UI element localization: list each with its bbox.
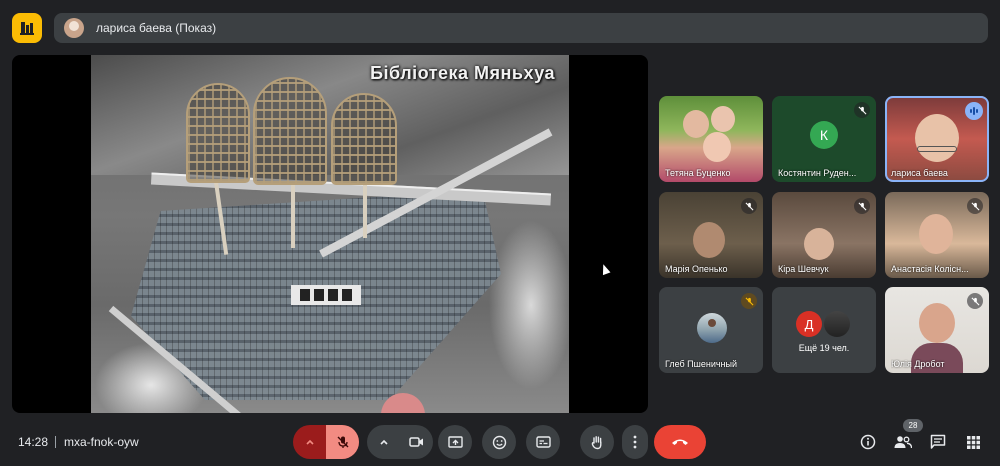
participant-tile[interactable]: Глеб Пшеничный — [659, 287, 763, 373]
slide-image: Бібліотека Мяньхуа — [91, 55, 569, 413]
mic-off-icon — [741, 293, 757, 309]
participant-name: Костянтин Руден... — [778, 168, 857, 178]
participant-name: Юлія Дробот — [891, 359, 945, 369]
raise-hand-icon — [591, 435, 602, 449]
app-logo-icon — [12, 13, 42, 43]
leave-call-button[interactable] — [654, 425, 706, 459]
mic-off-icon — [854, 102, 870, 118]
end-call-icon — [672, 439, 688, 445]
mic-off-icon — [337, 436, 348, 448]
present-button[interactable] — [438, 425, 472, 459]
presentation-stage[interactable]: Бібліотека Мяньхуа — [12, 55, 648, 413]
participant-tile[interactable]: Юлія Дробот — [885, 287, 989, 373]
more-participants-tile[interactable]: Д Ещё 19 чел. — [772, 287, 876, 373]
participant-tile[interactable]: Анастасія Колісн... — [885, 192, 989, 278]
chat-icon — [930, 434, 946, 449]
meeting-clock: 14:28 — [18, 435, 49, 449]
participant-tile-speaking[interactable]: лариса баева — [885, 96, 989, 182]
mic-off-icon — [741, 198, 757, 214]
mouse-cursor-icon — [599, 262, 611, 276]
people-button[interactable] — [893, 432, 913, 452]
activities-button[interactable] — [963, 432, 983, 452]
participant-avatar — [824, 311, 850, 337]
participant-tile[interactable]: Кіра Шевчук — [772, 192, 876, 278]
participant-tile[interactable]: Марія Опенько — [659, 192, 763, 278]
more-options-button[interactable] — [622, 425, 648, 459]
more-participants-label: Ещё 19 чел. — [798, 343, 850, 353]
presenter-label: лариса баева (Показ) — [96, 21, 217, 35]
meeting-info-button[interactable] — [858, 432, 878, 452]
chat-button[interactable] — [928, 432, 948, 452]
cliff-sign — [291, 285, 361, 305]
participant-name: Глеб Пшеничный — [665, 359, 738, 369]
info-icon — [860, 434, 876, 450]
people-count-badge: 28 — [903, 419, 923, 432]
participant-tile[interactable]: Тетяна Буценко — [659, 96, 763, 182]
participant-avatar: Д — [796, 311, 822, 337]
reactions-button[interactable] — [482, 425, 516, 459]
participant-name: лариса баева — [891, 168, 948, 178]
captions-button[interactable] — [526, 425, 560, 459]
mic-options-button[interactable] — [293, 425, 326, 459]
present-icon — [447, 435, 463, 448]
camera-control — [367, 425, 433, 459]
presenter-indicator[interactable]: лариса баева (Показ) — [54, 13, 988, 43]
meeting-code[interactable]: mxa-fnok-oyw — [64, 435, 139, 449]
raise-hand-button[interactable] — [580, 425, 614, 459]
emoji-icon — [492, 435, 506, 449]
presenter-avatar — [64, 18, 84, 38]
activities-icon — [966, 435, 980, 449]
mic-off-icon — [854, 198, 870, 214]
participant-avatar — [697, 313, 727, 343]
captions-icon — [535, 436, 551, 448]
participant-name: Марія Опенько — [665, 264, 728, 274]
slide-title: Бібліотека Мяньхуа — [370, 63, 555, 83]
mic-off-icon — [967, 198, 983, 214]
divider — [55, 436, 56, 448]
mic-toggle-button[interactable] — [326, 425, 359, 459]
participant-tile[interactable]: К Костянтин Руден... — [772, 96, 876, 182]
participant-name: Кіра Шевчук — [778, 264, 829, 274]
mic-control — [293, 425, 359, 459]
camera-icon — [409, 437, 423, 447]
speaking-indicator-icon — [965, 102, 983, 120]
mic-off-icon — [967, 293, 983, 309]
participant-name: Тетяна Буценко — [665, 168, 731, 178]
participant-name: Анастасія Колісн... — [891, 264, 969, 274]
people-icon — [894, 436, 912, 449]
participant-avatar: К — [810, 121, 838, 149]
camera-toggle-button[interactable] — [400, 425, 433, 459]
more-icon — [633, 435, 637, 449]
camera-options-button[interactable] — [367, 425, 400, 459]
meet-window: лариса баева (Показ) Бібліотека Мяньхуа … — [0, 0, 1000, 466]
